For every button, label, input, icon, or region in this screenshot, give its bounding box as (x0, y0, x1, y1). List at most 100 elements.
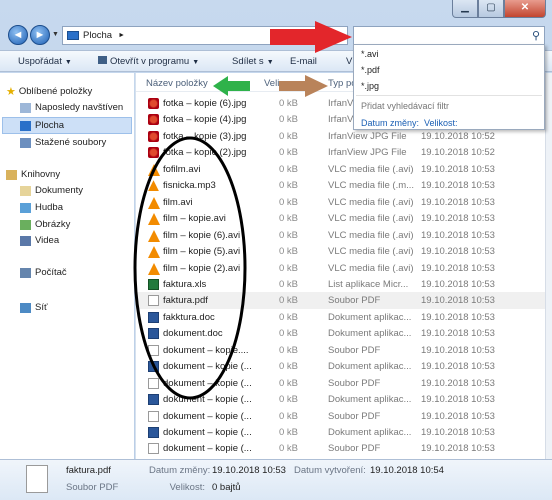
libraries-icon (6, 169, 17, 180)
file-row[interactable]: fotka – kopie (3).jpg 0 kB IrfanView JPG F… (136, 128, 545, 145)
vlc-file-icon (148, 246, 160, 259)
explorer-window: ▁ ▢ ✕ ◄ ► ▼ Plocha ► ⚲ *.avi *.pdf *.jpg… (0, 0, 552, 500)
toolbar-overflow-label[interactable]: V (346, 56, 352, 67)
file-size: 0 kB (278, 344, 298, 356)
file-type: IrfanVi (328, 98, 356, 109)
pictures-icon (20, 219, 31, 230)
file-row[interactable]: dokument.doc 0 kB Dokument aplikac... 19.10… (136, 325, 545, 342)
videos-icon (20, 235, 31, 246)
jpg-file-icon (148, 147, 159, 159)
nav-recent-places[interactable]: Naposledy navštíven (20, 102, 123, 113)
file-row[interactable]: dokument – kopie (... 0 kB Dokument aplika… (136, 391, 545, 408)
nav-computer[interactable]: Počítač (20, 267, 67, 278)
file-name: fakktura.doc (163, 311, 215, 323)
filter-date-modified[interactable]: Datum změny: (361, 118, 419, 128)
file-row[interactable]: film – kopie (5).avi 0 kB VLC media file (… (136, 243, 545, 260)
filter-size[interactable]: Velikost: (424, 118, 458, 128)
recent-locations-dropdown[interactable]: ▼ (52, 31, 59, 38)
file-row[interactable]: dokument – kopie (... 0 kB Soubor PDF 19.10… (136, 408, 545, 425)
search-icon[interactable]: ⚲ (532, 29, 540, 42)
file-type: IrfanVi (328, 114, 356, 126)
details-filename: faktura.pdf (66, 465, 111, 476)
file-row[interactable]: dokument – kopie (... 0 kB Soubor PDF 19.10… (136, 440, 545, 457)
file-size: 0 kB (278, 394, 298, 406)
forward-button[interactable]: ► (30, 25, 50, 45)
file-date: 19.10.2018 10:53 (421, 213, 495, 225)
file-size: 0 kB (278, 377, 298, 389)
file-row[interactable]: dokument – kopie (... 0 kB Dokument aplika… (136, 358, 545, 375)
file-type: Soubor PDF (328, 344, 381, 356)
file-name: dokument – kopie (... (163, 443, 252, 455)
nav-libraries[interactable]: Knihovny (6, 169, 60, 180)
file-size: 0 kB (278, 130, 298, 142)
search-input[interactable]: ⚲ (353, 26, 545, 45)
file-row[interactable]: film – kopie (6).avi 0 kB VLC media file (… (136, 227, 545, 244)
nav-downloads[interactable]: Stažené soubory (20, 137, 106, 148)
file-row[interactable]: film – kopie (2).avi 0 kB VLC media file (… (136, 260, 545, 277)
breadcrumb-separator-icon[interactable]: ► (118, 32, 125, 39)
organize-label: Uspořádat (18, 56, 62, 67)
file-size: 0 kB (278, 361, 298, 373)
details-size-label: Velikost: (169, 482, 205, 493)
file-row[interactable]: film – kopie.avi 0 kB VLC media file (.avi… (136, 210, 545, 227)
jpg-file-icon (148, 98, 159, 109)
nav-computer-label: Počítač (35, 267, 67, 278)
nav-network[interactable]: Síť (20, 302, 48, 313)
details-size-value: 0 bajtů (212, 482, 241, 493)
vertical-scrollbar[interactable] (545, 73, 552, 459)
file-row[interactable]: fakktura.doc 0 kB Dokument aplikac... 19.10… (136, 309, 545, 326)
file-size: 0 kB (278, 98, 298, 109)
email-button[interactable]: E-mail (290, 56, 317, 67)
file-row[interactable]: faktura.pdf 0 kB Soubor PDF 19.10.2018 10:5… (136, 292, 545, 310)
file-type: Soubor PDF (328, 410, 381, 422)
details-modified-label: Datum změny: (149, 465, 211, 476)
column-header-name[interactable]: Název položky (146, 78, 208, 89)
open-with-button[interactable]: Otevřít v programu ▼ (98, 56, 199, 67)
close-button[interactable]: ✕ (504, 0, 546, 18)
file-row[interactable]: fisnicka.mp3 0 kB VLC media file (.m... 19.… (136, 177, 545, 194)
column-header-size[interactable]: Veli (264, 78, 279, 89)
nav-music[interactable]: Hudba (20, 202, 63, 213)
organize-button[interactable]: Uspořádat ▼ (18, 56, 72, 67)
mp3-file-icon (148, 180, 159, 192)
file-type: VLC media file (.m... (328, 180, 415, 192)
search-suggestion-jpg[interactable]: *.jpg (361, 81, 379, 91)
nav-desktop[interactable]: Plocha (2, 117, 132, 134)
file-name: faktura.pdf (163, 295, 208, 307)
nav-pictures[interactable]: Obrázky (20, 219, 70, 230)
chevron-down-icon: ▼ (192, 59, 200, 66)
file-date: 19.10.2018 10:53 (421, 246, 495, 258)
doc-file-icon (148, 361, 159, 373)
file-date: 19.10.2018 10:53 (421, 278, 495, 290)
nav-documents[interactable]: Dokumenty (20, 185, 83, 196)
file-size: 0 kB (278, 196, 298, 208)
file-type: VLC media file (.avi) (328, 246, 414, 258)
file-size: 0 kB (278, 410, 298, 422)
file-row[interactable]: film.avi 0 kB VLC media file (.avi) 19.10.2… (136, 194, 545, 211)
file-row[interactable]: faktura.xls 0 kB List aplikace Micr... 19.1… (136, 276, 545, 293)
file-row[interactable]: fofilm.avi 0 kB VLC media file (.avi) 19.10… (136, 161, 545, 178)
minimize-button[interactable]: ▁ (452, 0, 478, 18)
nav-favorites[interactable]: ★ Oblíbené položky (6, 85, 92, 98)
music-icon (20, 202, 31, 213)
file-date: 19.10.2018 10:53 (421, 196, 495, 208)
file-row[interactable]: fotka – kopie (2).jpg 0 kB IrfanView JPG F… (136, 144, 545, 161)
file-row[interactable]: dokument – kopie (... 0 kB Dokument aplika… (136, 424, 545, 441)
share-button[interactable]: Sdílet s ▼ (232, 56, 274, 67)
chevron-down-icon: ▼ (64, 59, 72, 66)
window-controls: ▁ ▢ ✕ (452, 0, 546, 18)
nav-videos[interactable]: Videa (20, 235, 59, 246)
doc-file-icon (148, 311, 159, 323)
file-date: 19.10.2018 10:52 (421, 147, 495, 159)
search-suggestion-pdf[interactable]: *.pdf (361, 65, 380, 75)
back-button[interactable]: ◄ (8, 25, 28, 45)
file-type: Dokument aplikac... (328, 328, 412, 340)
address-bar[interactable]: Plocha ► (62, 26, 348, 45)
search-suggestion-avi[interactable]: *.avi (361, 49, 379, 59)
address-location[interactable]: Plocha (83, 30, 112, 41)
file-row[interactable]: dokument – kopie.... 0 kB Soubor PDF 19.10.… (136, 342, 545, 359)
chevron-down-icon: ▼ (266, 59, 274, 66)
maximize-button[interactable]: ▢ (478, 0, 504, 18)
file-size: 0 kB (278, 443, 298, 455)
file-row[interactable]: dokument – kopie (... 0 kB Soubor PDF 19.10… (136, 375, 545, 392)
